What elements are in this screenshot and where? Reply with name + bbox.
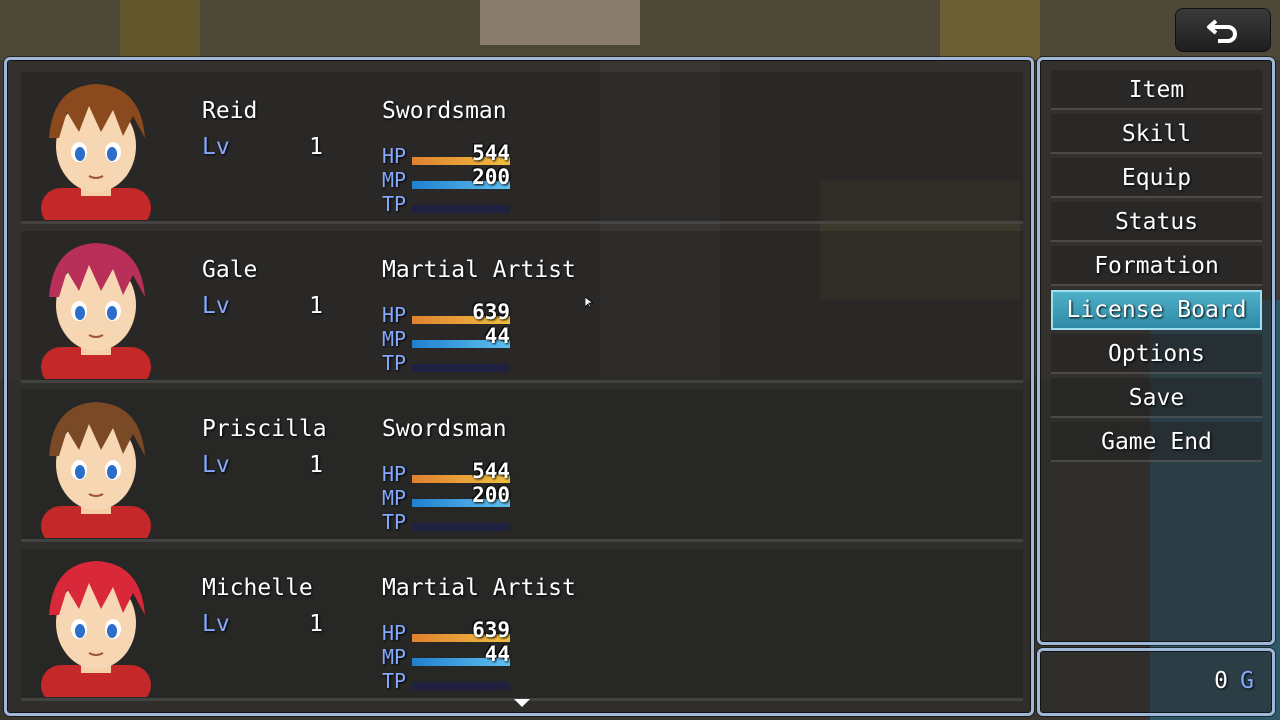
level-value: 1	[309, 452, 323, 478]
tp-label: TP	[382, 510, 407, 534]
michelle-portrait	[23, 553, 169, 697]
command-formation[interactable]: Formation	[1051, 246, 1262, 286]
party-status-window: Reid Lv 1 Swordsman HP 544 MP 200 TP Gal…	[4, 57, 1034, 716]
gold-amount: 0	[1214, 668, 1228, 694]
actor-name: Priscilla	[202, 416, 327, 442]
tp-gauge-track	[412, 205, 510, 213]
actor-class: Swordsman	[382, 98, 507, 124]
tp-label: TP	[382, 669, 407, 693]
tp-label: TP	[382, 351, 407, 375]
actor-class: Martial Artist	[382, 257, 576, 283]
mouse-pointer-icon	[585, 297, 593, 309]
command-skill[interactable]: Skill	[1051, 114, 1262, 154]
hp-label: HP	[382, 303, 407, 327]
mp-value: 44	[484, 642, 510, 666]
mp-gauge: MP 44	[382, 642, 512, 669]
actor-row[interactable]: Reid Lv 1 Swordsman HP 544 MP 200 TP	[21, 72, 1023, 224]
mp-label: MP	[382, 486, 407, 510]
tp-gauge-track	[412, 682, 510, 690]
actor-row[interactable]: Priscilla Lv 1 Swordsman HP 544 MP 200 T…	[21, 390, 1023, 542]
gold-currency-unit: G	[1240, 668, 1254, 694]
command-item[interactable]: Item	[1051, 70, 1262, 110]
back-button[interactable]	[1175, 8, 1271, 52]
hp-value: 639	[472, 618, 510, 642]
tp-gauge: TP	[382, 351, 512, 375]
level-value: 1	[309, 134, 323, 160]
mp-gauge: MP 44	[382, 324, 512, 351]
scroll-down-icon[interactable]	[514, 699, 530, 707]
hp-value: 544	[472, 141, 510, 165]
command-window: Item Skill Equip Status Formation License Boa…	[1037, 57, 1275, 645]
level-value: 1	[309, 611, 323, 637]
hp-label: HP	[382, 462, 407, 486]
mp-label: MP	[382, 327, 407, 351]
tp-gauge: TP	[382, 510, 512, 534]
command-license-board[interactable]: License Board	[1051, 290, 1262, 330]
mp-value: 200	[472, 165, 510, 189]
level-label: Lv	[202, 452, 230, 478]
level-label: Lv	[202, 134, 230, 160]
command-options[interactable]: Options	[1051, 334, 1262, 374]
hp-label: HP	[382, 621, 407, 645]
reid-portrait	[23, 76, 169, 220]
hp-label: HP	[382, 144, 407, 168]
mp-value: 44	[484, 324, 510, 348]
mp-label: MP	[382, 168, 407, 192]
level-value: 1	[309, 293, 323, 319]
command-equip[interactable]: Equip	[1051, 158, 1262, 198]
hp-value: 544	[472, 459, 510, 483]
gold-window: 0 G	[1037, 648, 1275, 716]
mp-value: 200	[472, 483, 510, 507]
tp-gauge: TP	[382, 669, 512, 693]
tp-gauge-track	[412, 523, 510, 531]
actor-name: Gale	[202, 257, 258, 283]
actor-row[interactable]: Michelle Lv 1 Martial Artist HP 639 MP 4…	[21, 549, 1023, 701]
tp-gauge: TP	[382, 192, 512, 216]
priscilla-portrait	[23, 394, 169, 538]
hp-value: 639	[472, 300, 510, 324]
return-arrow-icon	[1207, 19, 1237, 43]
level-label: Lv	[202, 611, 230, 637]
actor-name: Michelle	[202, 575, 313, 601]
command-save[interactable]: Save	[1051, 378, 1262, 418]
level-label: Lv	[202, 293, 230, 319]
mp-gauge: MP 200	[382, 483, 512, 510]
command-status[interactable]: Status	[1051, 202, 1262, 242]
command-game-end[interactable]: Game End	[1051, 422, 1262, 462]
mp-label: MP	[382, 645, 407, 669]
actor-row[interactable]: Gale Lv 1 Martial Artist HP 639 MP 44 TP	[21, 231, 1023, 383]
actor-name: Reid	[202, 98, 258, 124]
mp-gauge: MP 200	[382, 165, 512, 192]
tp-gauge-track	[412, 364, 510, 372]
gale-portrait	[23, 235, 169, 379]
actor-class: Swordsman	[382, 416, 507, 442]
actor-class: Martial Artist	[382, 575, 576, 601]
tp-label: TP	[382, 192, 407, 216]
